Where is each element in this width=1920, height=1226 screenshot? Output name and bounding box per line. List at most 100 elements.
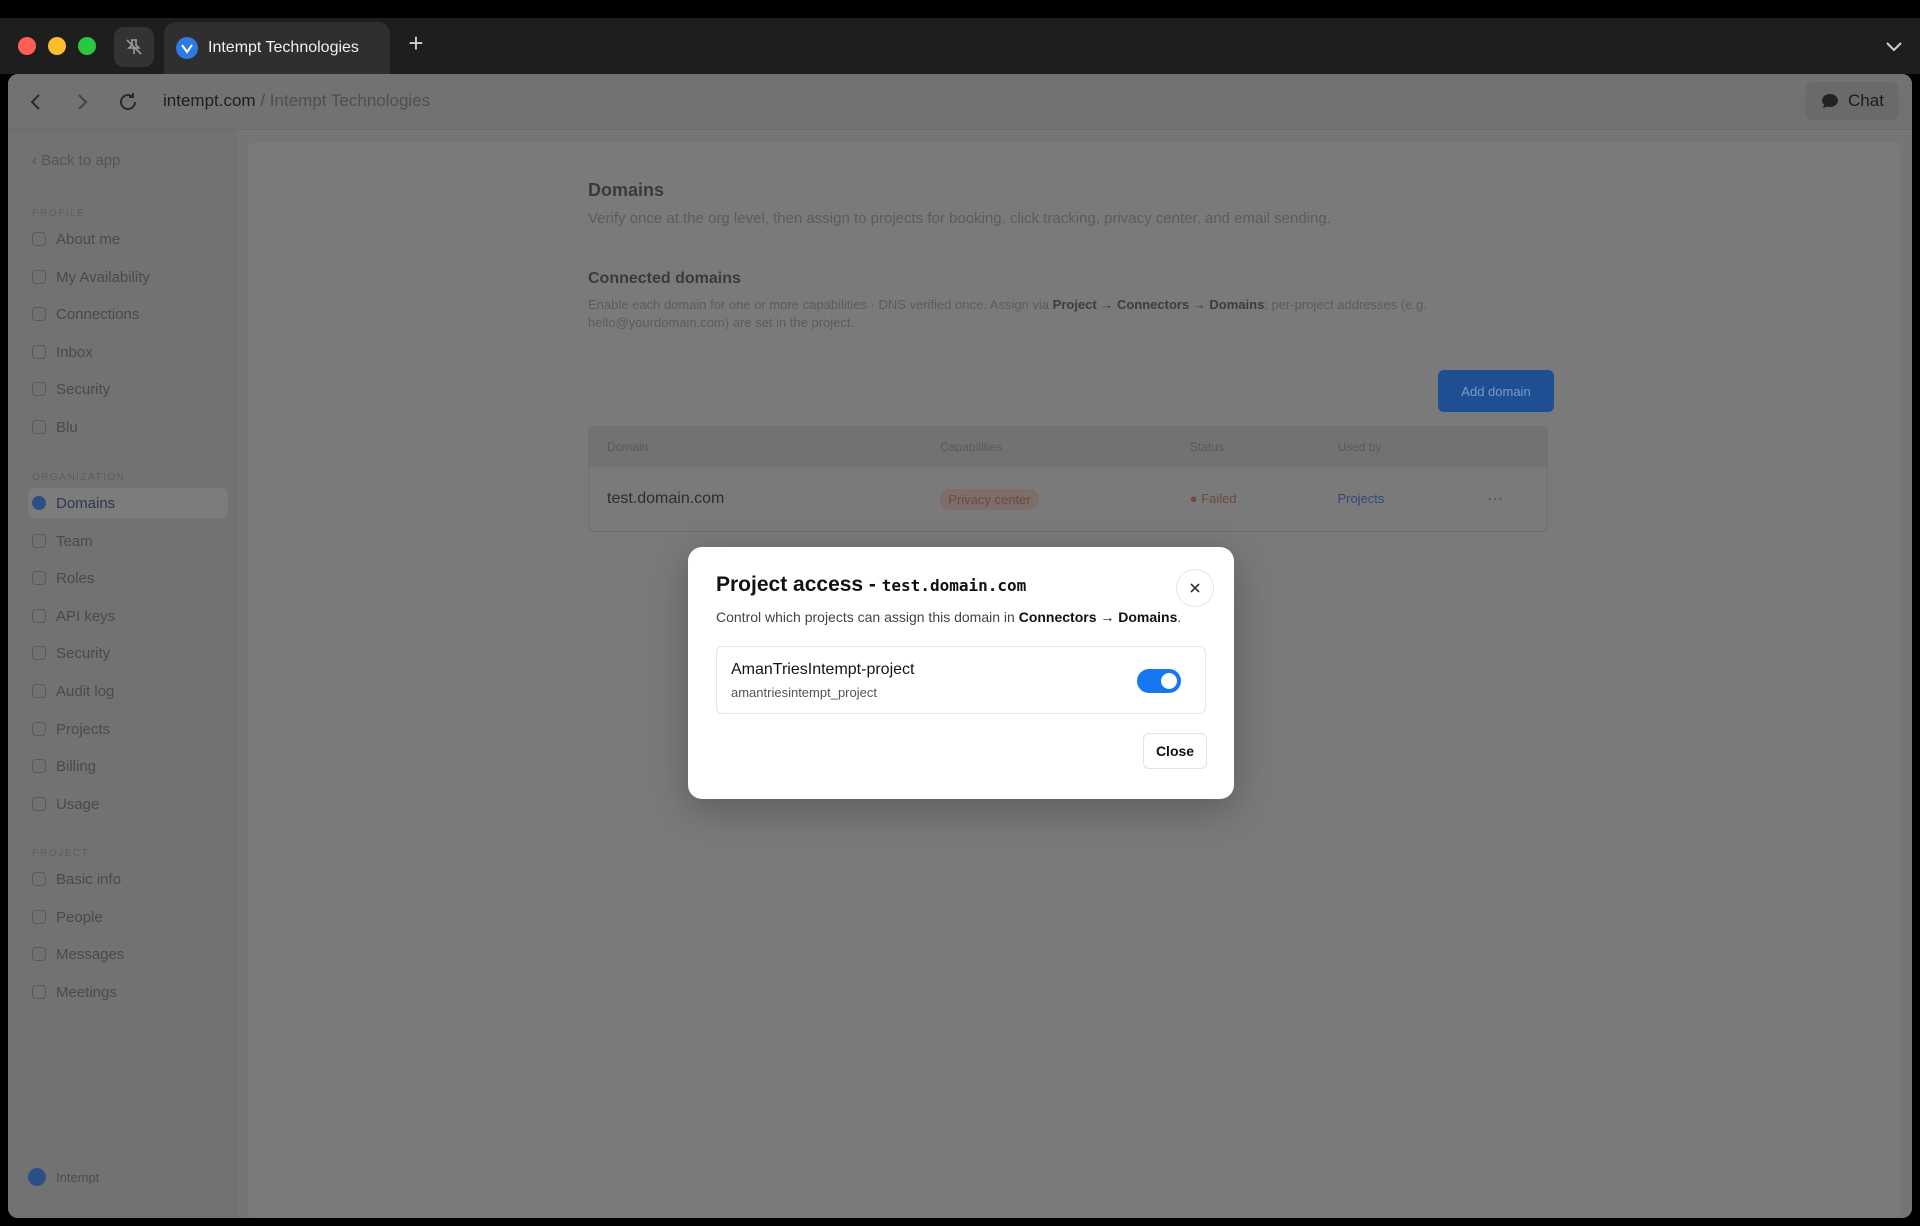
- pin-off-icon[interactable]: [114, 27, 154, 67]
- card-icon: [32, 759, 46, 773]
- sidebar-item-meetings[interactable]: Meetings: [28, 977, 228, 1007]
- sidebar-item-label: Audit log: [56, 682, 115, 700]
- sidebar-item-label: Blu: [56, 418, 78, 436]
- more-options-icon[interactable]: ⋯: [1487, 491, 1503, 508]
- calendar-icon: [32, 270, 46, 284]
- key-icon: [32, 609, 46, 623]
- sidebar-item-projects[interactable]: Projects: [28, 714, 228, 744]
- sidebar-item-blu[interactable]: Blu: [28, 412, 228, 442]
- url-path: Intempt Technologies: [269, 91, 431, 110]
- sidebar-item-label: Billing: [56, 757, 97, 775]
- screen-top-bar: [0, 0, 1920, 18]
- sidebar-item-api-keys[interactable]: API keys: [28, 601, 228, 631]
- domain-name: test.domain.com: [607, 490, 725, 507]
- sidebar-item-roles[interactable]: Roles: [28, 563, 228, 593]
- globe-icon: [32, 496, 46, 510]
- sidebar-item-audit-log[interactable]: Audit log: [28, 676, 228, 706]
- chart-icon: [32, 797, 46, 811]
- back-arrow-small-icon: ‹: [32, 152, 42, 169]
- chevron-down-icon[interactable]: [1882, 34, 1906, 58]
- sidebar-item-label: API keys: [56, 607, 116, 625]
- sidebar-item-label: Connections: [56, 305, 140, 323]
- modal-desc-suffix: .: [1177, 609, 1182, 625]
- modal-title-domain: test.domain.com: [881, 576, 1027, 595]
- log-icon: [32, 684, 46, 698]
- browser-tab[interactable]: Intempt Technologies: [164, 22, 390, 74]
- blu-icon: [32, 420, 46, 434]
- column-used-by: Used by: [1337, 440, 1382, 454]
- user-icon: [32, 232, 46, 246]
- sidebar-item-label: Security: [56, 644, 111, 662]
- desc-part-1: Enable each domain for one or more capab…: [588, 297, 1050, 312]
- add-domain-button[interactable]: Add domain: [1438, 370, 1554, 412]
- browser-tab-bar: Intempt Technologies +: [0, 18, 1920, 74]
- project-name: AmanTriesIntempt-project: [731, 661, 915, 678]
- inbox-icon: [32, 345, 46, 359]
- users-icon: [32, 534, 46, 548]
- chat-label: Chat: [1848, 91, 1884, 110]
- modal-title-text: Project access -: [716, 573, 876, 596]
- sidebar-item-usage[interactable]: Usage: [28, 789, 228, 819]
- window-minimize-button[interactable]: [48, 37, 66, 55]
- project-access-toggle[interactable]: [1137, 669, 1181, 693]
- chat-bubble-icon: [1822, 94, 1839, 108]
- sidebar-item-label: Messages: [56, 945, 125, 963]
- forward-arrow-icon[interactable]: [70, 90, 94, 114]
- sidebar-item-label: Security: [56, 380, 111, 398]
- sidebar-item-billing[interactable]: Billing: [28, 751, 228, 781]
- sidebar-item-label: Projects: [56, 720, 111, 738]
- meeting-icon: [32, 985, 46, 999]
- close-button[interactable]: Close: [1143, 733, 1207, 769]
- used-by-link[interactable]: Projects: [1337, 491, 1384, 506]
- url-field[interactable]: intempt.com / Intempt Technologies: [163, 91, 430, 111]
- chat-button[interactable]: Chat: [1805, 82, 1899, 120]
- sidebar-item-my-availability[interactable]: My Availability: [28, 262, 228, 292]
- window-maximize-button[interactable]: [78, 37, 96, 55]
- table-header: Domain Capabilities Status Used by: [589, 427, 1547, 467]
- connected-domains-description: Enable each domain for one or more capab…: [588, 296, 1548, 332]
- sidebar-item-label: Domains: [56, 494, 116, 512]
- page-title: Domains: [588, 180, 665, 200]
- sidebar-item-label: About me: [56, 230, 121, 248]
- back-to-app-link[interactable]: ‹ Back to app: [32, 152, 120, 169]
- modal-description: Control which projects can assign this d…: [716, 609, 1181, 625]
- sidebar-item-team[interactable]: Team: [28, 526, 228, 556]
- connected-domains-title: Connected domains: [588, 270, 741, 287]
- capability-chip: Privacy center: [940, 488, 1039, 510]
- modal-desc-bold: Connectors → Domains: [1018, 609, 1178, 625]
- sidebar-item-security-org[interactable]: Security: [28, 638, 228, 668]
- workspace-switcher[interactable]: Intempt: [28, 1162, 218, 1192]
- reload-icon[interactable]: [116, 90, 140, 114]
- back-arrow-icon[interactable]: [24, 90, 48, 114]
- sidebar-item-inbox[interactable]: Inbox: [28, 337, 228, 367]
- sidebar-item-domains[interactable]: Domains: [28, 488, 228, 518]
- window-close-button[interactable]: [18, 37, 36, 55]
- plug-icon: [32, 307, 46, 321]
- sidebar-item-security-profile[interactable]: Security: [28, 374, 228, 404]
- intempt-logo-icon: [28, 1168, 46, 1186]
- shield-icon: [32, 382, 46, 396]
- sidebar-item-label: Basic info: [56, 870, 122, 888]
- table-row[interactable]: test.domain.com Privacy center ● Failed …: [589, 467, 1547, 531]
- sidebar-item-label: Team: [56, 532, 93, 550]
- section-title-project: PROJECT: [32, 848, 90, 859]
- tab-title: Intempt Technologies: [208, 39, 359, 56]
- modal-desc-prefix: Control which projects can assign this d…: [716, 609, 1015, 625]
- sidebar-item-basic-info[interactable]: Basic info: [28, 864, 228, 894]
- sidebar-item-label: Usage: [56, 795, 100, 813]
- sidebar-item-connections[interactable]: Connections: [28, 299, 228, 329]
- workspace-name: Intempt: [56, 1169, 100, 1185]
- page-description: Verify once at the org level, then assig…: [588, 210, 1331, 227]
- close-icon[interactable]: [1176, 569, 1214, 607]
- sidebar-item-people[interactable]: People: [28, 902, 228, 932]
- desc-bold: Project → Connectors → Domains: [1052, 297, 1265, 312]
- project-access-modal: Project access - test.domain.com Control…: [688, 547, 1234, 799]
- sidebar-item-label: People: [56, 908, 103, 926]
- sidebar-item-label: My Availability: [56, 268, 150, 286]
- sidebar-item-messages[interactable]: Messages: [28, 939, 228, 969]
- section-title-organization: ORGANIZATION: [32, 472, 126, 483]
- plus-icon[interactable]: +: [402, 30, 430, 58]
- roles-icon: [32, 571, 46, 585]
- sidebar-item-about-me[interactable]: About me: [28, 224, 228, 254]
- column-status: Status: [1189, 440, 1224, 454]
